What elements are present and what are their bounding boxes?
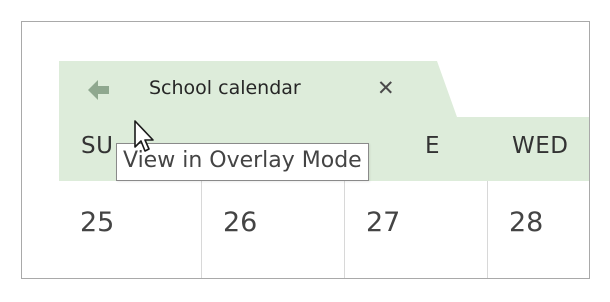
close-icon[interactable]: ✕ bbox=[377, 78, 395, 99]
date-number: 28 bbox=[509, 207, 544, 238]
date-number: 26 bbox=[223, 207, 258, 238]
date-row: 25 26 27 28 bbox=[59, 181, 589, 278]
tab-background bbox=[59, 61, 589, 118]
mouse-pointer-icon bbox=[133, 119, 157, 155]
day-header-tuesday: E bbox=[425, 133, 441, 159]
calendar-tab[interactable]: School calendar ✕ bbox=[59, 61, 589, 118]
date-cell[interactable]: 25 bbox=[59, 181, 201, 278]
date-number: 27 bbox=[366, 207, 401, 238]
day-header-sunday: SU bbox=[81, 133, 114, 159]
day-header-wednesday: WED bbox=[512, 133, 569, 159]
arrow-left-icon[interactable] bbox=[87, 79, 111, 101]
calendar-window: School calendar ✕ SU E WED 25 26 27 28 V… bbox=[21, 21, 590, 279]
tab-title: School calendar bbox=[149, 77, 301, 99]
date-cell[interactable]: 27 bbox=[344, 181, 488, 278]
date-cell[interactable]: 28 bbox=[487, 181, 589, 278]
date-cell[interactable]: 26 bbox=[201, 181, 345, 278]
date-number: 25 bbox=[80, 207, 115, 238]
